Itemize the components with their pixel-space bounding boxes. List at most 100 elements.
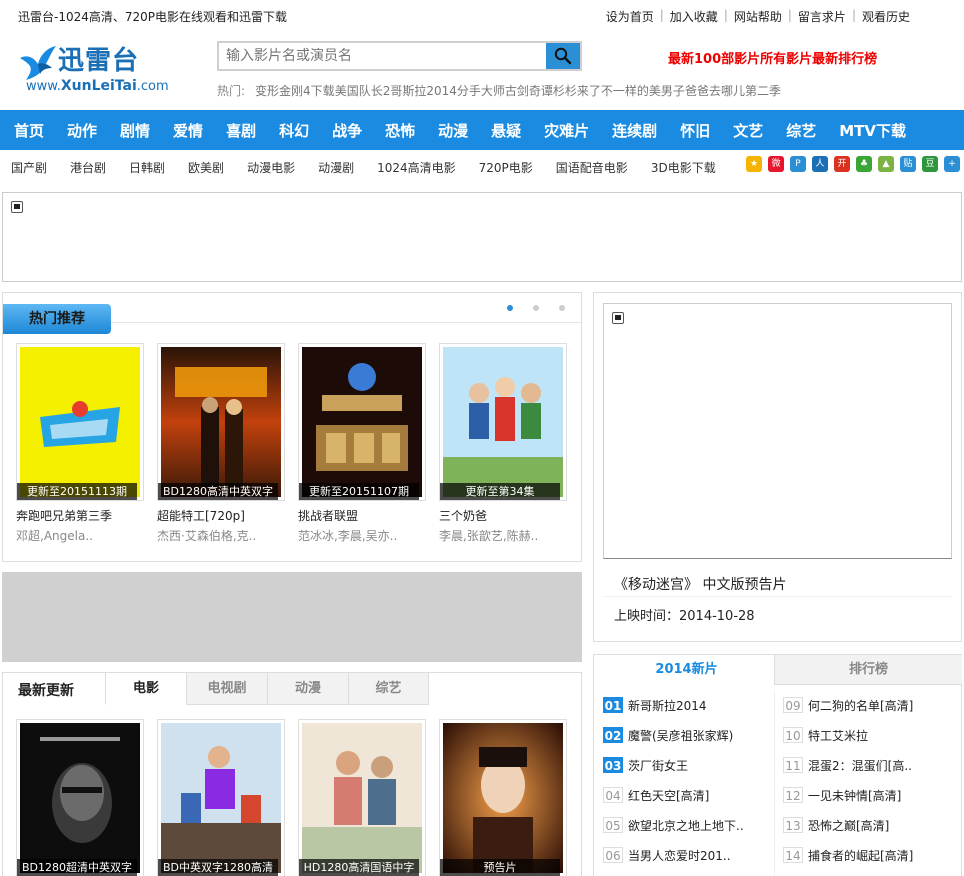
subnav-item[interactable]: 720P电影 xyxy=(479,159,533,176)
movie-poster[interactable]: 更新至20151113期 xyxy=(16,343,144,501)
latest-ranking-link[interactable]: 最新排行榜 xyxy=(812,48,877,67)
movie-card[interactable]: 更新至第34集 三个奶爸 李晨,张歆艺,陈赫.. xyxy=(439,343,567,544)
list-item-title[interactable]: 新哥斯拉2014 xyxy=(628,697,707,714)
nav-item[interactable]: 连续剧 xyxy=(612,120,657,141)
nav-item[interactable]: 喜剧 xyxy=(226,120,256,141)
list-item-title[interactable]: 茨厂街女王 xyxy=(628,757,688,774)
photo-share-icon[interactable]: ▲ xyxy=(878,156,894,172)
weibo-share-icon[interactable]: 微 xyxy=(768,156,784,172)
more-share-icon[interactable]: + xyxy=(944,156,960,172)
list-item-title[interactable]: 特工艾米拉 xyxy=(808,727,868,744)
movie-card[interactable]: BD1280高清中英双字 超能特工[720p] 杰西·艾森伯格,克.. xyxy=(157,343,285,544)
nav-item[interactable]: 恐怖 xyxy=(385,120,415,141)
tab-variety[interactable]: 综艺 xyxy=(348,673,429,705)
list-item[interactable]: 01 新哥斯拉2014 xyxy=(603,697,744,727)
movie-title[interactable]: 奔跑吧兄弟第三季 xyxy=(16,507,144,524)
nav-item[interactable]: 剧情 xyxy=(120,120,150,141)
list-item-title[interactable]: 红色天空[高清] xyxy=(628,787,709,804)
list-item[interactable]: 05 欲望北京之地上地下.. xyxy=(603,817,744,847)
nav-item[interactable]: 科幻 xyxy=(279,120,309,141)
renren-share-icon[interactable]: 人 xyxy=(812,156,828,172)
nav-item[interactable]: 动漫 xyxy=(438,120,468,141)
list-item[interactable]: 14 捕食者的崛起[高清] xyxy=(783,847,913,876)
hot-term[interactable]: 爸爸去哪儿第二季 xyxy=(685,82,781,99)
hot-term[interactable]: 杉杉来了 xyxy=(553,82,601,99)
movie-card[interactable]: 预告片 xyxy=(439,719,567,876)
nav-item[interactable]: 动作 xyxy=(67,120,97,141)
kaixin-share-icon[interactable]: 开 xyxy=(834,156,850,172)
subnav-item[interactable]: 动漫电影 xyxy=(247,159,295,176)
list-item[interactable]: 04 红色天空[高清] xyxy=(603,787,744,817)
movie-card[interactable]: 更新至20151113期 奔跑吧兄弟第三季 邓超,Angela.. xyxy=(16,343,144,544)
movie-poster[interactable]: 更新至第34集 xyxy=(439,343,567,501)
subnav-item[interactable]: 港台剧 xyxy=(70,159,106,176)
list-item-title[interactable]: 恐怖之巅[高清] xyxy=(808,817,889,834)
carousel-dot[interactable] xyxy=(559,305,565,311)
search-input[interactable] xyxy=(219,43,547,69)
nav-item[interactable]: 怀旧 xyxy=(680,120,710,141)
subnav-item[interactable]: 1024高清电影 xyxy=(377,159,456,176)
movie-card[interactable]: HD1280高清国语中字 xyxy=(298,719,426,876)
carousel-dot[interactable] xyxy=(533,305,539,311)
tencent-weibo-share-icon[interactable]: P xyxy=(790,156,806,172)
list-item[interactable]: 03 茨厂街女王 xyxy=(603,757,744,787)
subnav-item[interactable]: 动漫剧 xyxy=(318,159,354,176)
nav-item[interactable]: 灾难片 xyxy=(544,120,589,141)
list-item[interactable]: 06 当男人恋爱时201.. xyxy=(603,847,744,876)
list-item-title[interactable]: 一见未钟情[高清] xyxy=(808,787,901,804)
movie-title[interactable]: 挑战者联盟 xyxy=(298,507,426,524)
movie-poster[interactable]: BD1280高清中英双字 xyxy=(157,343,285,501)
movie-poster[interactable]: 预告片 xyxy=(439,719,567,876)
list-item-title[interactable]: 当男人恋爱时201.. xyxy=(628,847,731,864)
nav-item[interactable]: 首页 xyxy=(14,120,44,141)
list-item-title[interactable]: 混蛋2：混蛋们[高.. xyxy=(808,757,912,774)
movie-title[interactable]: 超能特工[720p] xyxy=(157,507,285,524)
list-item-title[interactable]: 捕食者的崛起[高清] xyxy=(808,847,913,864)
movie-poster[interactable]: 更新至20151107期 xyxy=(298,343,426,501)
help-link[interactable]: 网站帮助 xyxy=(734,8,782,25)
hot-term[interactable]: 美国队长2 xyxy=(335,82,391,99)
nav-item[interactable]: 爱情 xyxy=(173,120,203,141)
tab-tv[interactable]: 电视剧 xyxy=(186,673,267,705)
latest-100-link[interactable]: 最新100部影片 xyxy=(668,48,760,67)
movie-poster[interactable]: HD1280高清国语中字 xyxy=(298,719,426,876)
subnav-item[interactable]: 国产剧 xyxy=(11,159,47,176)
baidu-share-icon[interactable]: 贴 xyxy=(900,156,916,172)
nav-item[interactable]: MTV下载 xyxy=(839,120,906,141)
subnav-item[interactable]: 日韩剧 xyxy=(129,159,165,176)
movie-card[interactable]: 更新至20151107期 挑战者联盟 范冰冰,李晨,吴亦.. xyxy=(298,343,426,544)
clover-share-icon[interactable]: ♣ xyxy=(856,156,872,172)
movie-poster[interactable]: BD中英双字1280高清 xyxy=(157,719,285,876)
video-player[interactable] xyxy=(603,303,952,559)
tab-anime[interactable]: 动漫 xyxy=(267,673,348,705)
list-item-title[interactable]: 魔警(吴彦祖张家辉) xyxy=(628,727,733,744)
request-movie-link[interactable]: 留言求片 xyxy=(798,8,846,25)
movie-card[interactable]: BD1280超清中英双字 xyxy=(16,719,144,876)
subnav-item[interactable]: 欧美剧 xyxy=(188,159,224,176)
trailer-title[interactable]: 《移动迷宫》 中文版预告片 xyxy=(614,574,786,594)
tab-new-2014[interactable]: 2014新片 xyxy=(594,655,779,685)
list-item[interactable]: 10 特工艾米拉 xyxy=(783,727,913,757)
nav-item[interactable]: 文艺 xyxy=(733,120,763,141)
watch-history-link[interactable]: 观看历史 xyxy=(862,8,910,25)
subnav-item[interactable]: 3D电影下载 xyxy=(651,159,716,176)
list-item-title[interactable]: 欲望北京之地上地下.. xyxy=(628,817,744,834)
list-item[interactable]: 09 何二狗的名单[高清] xyxy=(783,697,913,727)
nav-item[interactable]: 战争 xyxy=(332,120,362,141)
site-logo[interactable]: 迅雷台 www.XunLeiTai.com xyxy=(16,34,169,98)
qzone-share-icon[interactable]: ★ xyxy=(746,156,762,172)
movie-title[interactable]: 三个奶爸 xyxy=(439,507,567,524)
nav-item[interactable]: 综艺 xyxy=(786,120,816,141)
hot-term[interactable]: 变形金刚4下载 xyxy=(255,82,335,99)
movie-card[interactable]: BD中英双字1280高清 xyxy=(157,719,285,876)
douban-share-icon[interactable]: 豆 xyxy=(922,156,938,172)
list-item[interactable]: 11 混蛋2：混蛋们[高.. xyxy=(783,757,913,787)
list-item[interactable]: 13 恐怖之巅[高清] xyxy=(783,817,913,847)
tab-ranking[interactable]: 排行榜 xyxy=(774,655,962,685)
hot-term[interactable]: 哥斯拉2014 xyxy=(390,82,457,99)
set-homepage-link[interactable]: 设为首页 xyxy=(606,8,654,25)
list-item[interactable]: 12 一见未钟情[高清] xyxy=(783,787,913,817)
all-movies-link[interactable]: 所有影片 xyxy=(760,48,812,67)
search-button[interactable] xyxy=(546,43,580,69)
tab-movies[interactable]: 电影 xyxy=(105,673,186,705)
